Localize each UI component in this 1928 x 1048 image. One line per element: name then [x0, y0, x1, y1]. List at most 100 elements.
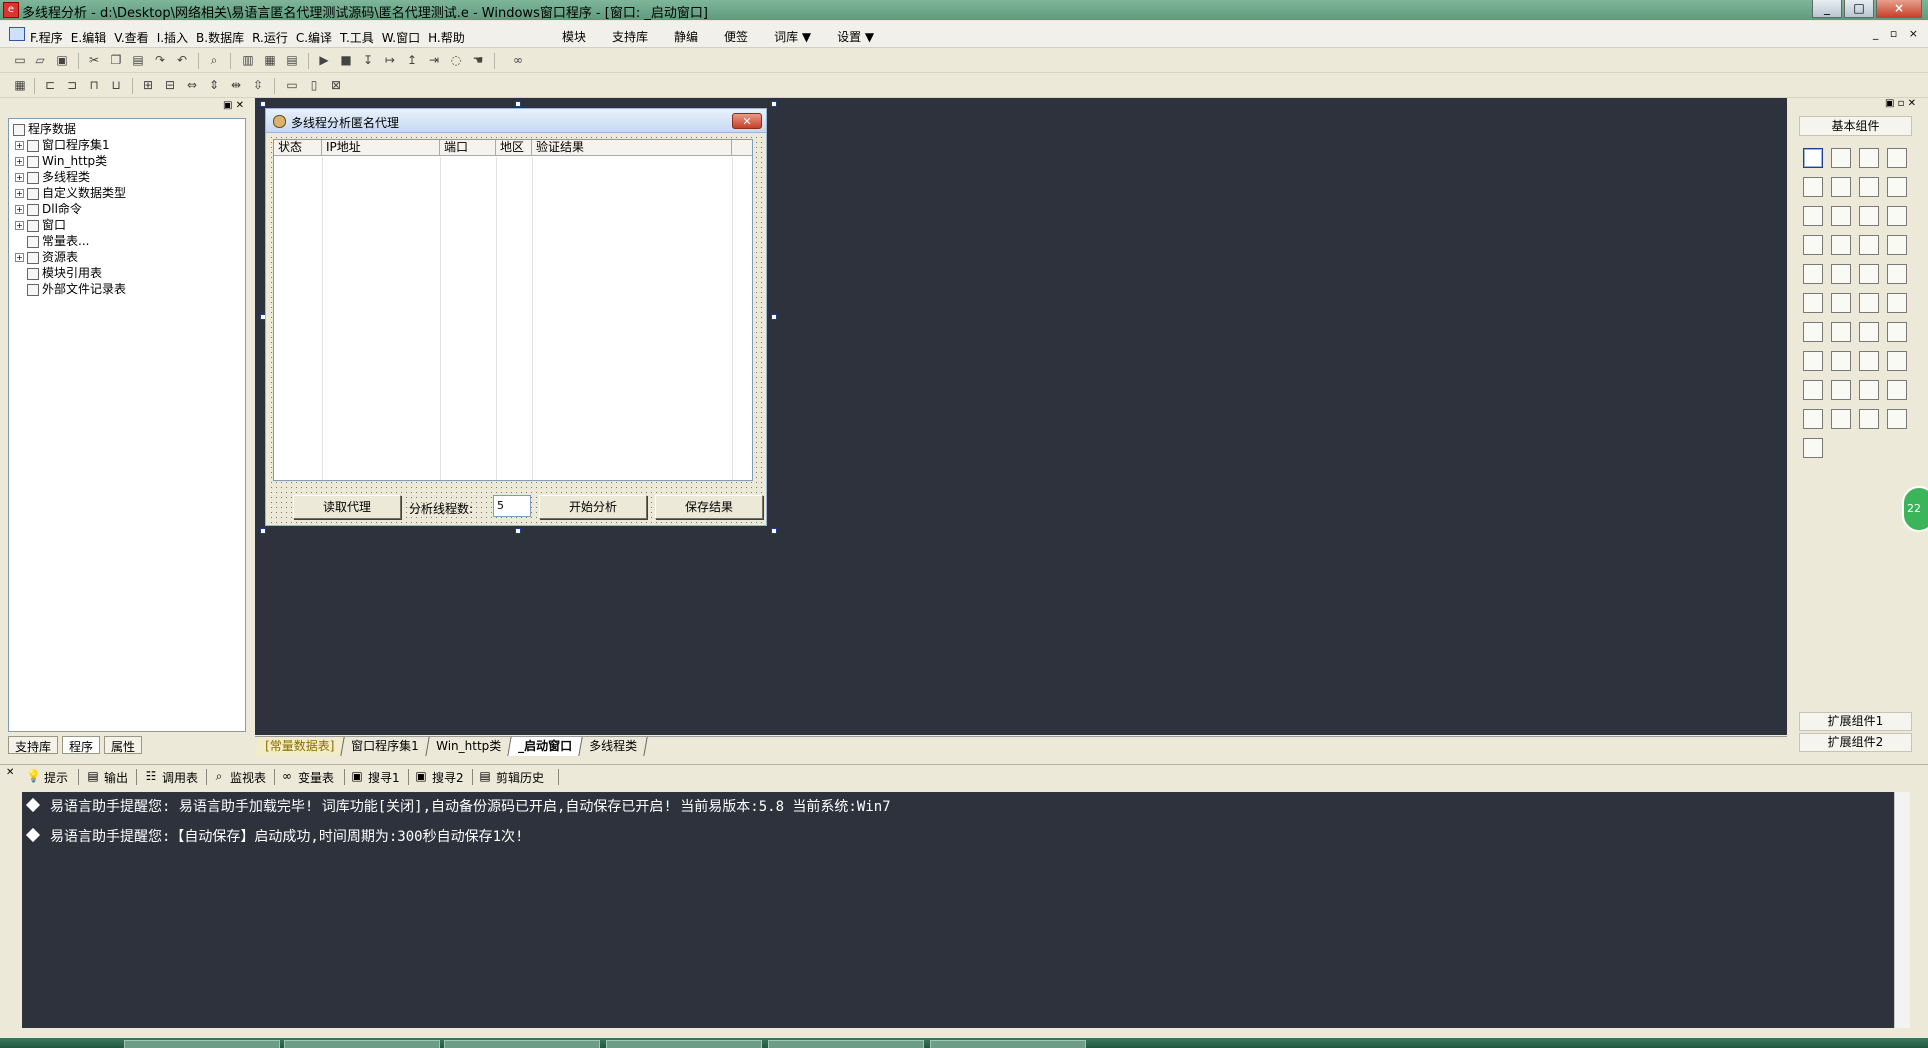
menu-run[interactable]: R.运行 [252, 29, 296, 46]
align-right-icon[interactable]: ⊐ [64, 78, 80, 93]
close-button[interactable]: × [1876, 0, 1922, 18]
grid-icon[interactable] [1887, 322, 1907, 342]
stop-icon[interactable]: ■ [338, 53, 354, 68]
taskbar-item[interactable] [768, 1040, 924, 1048]
extension-components-2[interactable]: 扩展组件2 [1799, 733, 1912, 752]
document-icon[interactable] [9, 27, 25, 41]
tab-output[interactable]: ▤ 输出 [86, 769, 128, 786]
database-icon[interactable] [1831, 409, 1851, 429]
menu-view[interactable]: V.查看 [114, 29, 156, 46]
lock-controls-icon[interactable]: ▯ [306, 78, 322, 93]
menu-notes[interactable]: 便签 [724, 28, 748, 45]
tab-program[interactable]: 程序 [62, 736, 101, 754]
picture-box-icon[interactable] [1831, 177, 1851, 197]
tree-item[interactable]: + Win_http类 [9, 153, 245, 169]
run-to-cursor-icon[interactable]: ⇥ [426, 53, 442, 68]
tab-properties[interactable]: 属性 [104, 736, 143, 754]
calendar-icon[interactable] [1803, 293, 1823, 313]
listbox-icon[interactable] [1887, 206, 1907, 226]
expand-icon[interactable]: + [15, 141, 24, 150]
pointer-icon[interactable] [1803, 148, 1823, 168]
computer-icon[interactable] [1803, 380, 1823, 400]
radio-icon[interactable] [1831, 206, 1851, 226]
toolbox-title[interactable]: 基本组件 [1799, 116, 1912, 136]
menu-support-lib[interactable]: 支持库 [612, 28, 648, 45]
size-to-grid-icon[interactable]: ▭ [284, 78, 300, 93]
tab-startup-window[interactable]: _启动窗口 [508, 737, 583, 756]
hscroll-icon[interactable] [1831, 235, 1851, 255]
expand-icon[interactable]: + [15, 221, 24, 230]
save-icon[interactable]: ▣ [54, 53, 70, 68]
tab-hint[interactable]: 💡 提示 [26, 769, 68, 786]
resize-handle[interactable] [515, 101, 521, 107]
expand-icon[interactable]: + [15, 173, 24, 182]
resize-handle[interactable] [771, 528, 777, 534]
menu-insert[interactable]: I.插入 [157, 29, 196, 46]
tree-root[interactable]: 程序数据 [9, 121, 245, 137]
step-into-icon[interactable]: ↧ [360, 53, 376, 68]
menu-compile[interactable]: C.编译 [296, 29, 340, 46]
output-scrollbar[interactable] [1894, 792, 1910, 1028]
form-title-bar[interactable]: 多线程分析匿名代理 ✕ [266, 109, 766, 133]
tree-item[interactable]: + 资源表 [9, 249, 245, 265]
copy-icon[interactable]: ❐ [108, 53, 124, 68]
cut-icon[interactable]: ✂ [86, 53, 102, 68]
button-icon[interactable] [1831, 293, 1851, 313]
tab-win-http[interactable]: Win_http类 [426, 737, 512, 756]
tab-support-lib[interactable]: 支持库 [8, 736, 59, 754]
image-box-icon[interactable] [1887, 264, 1907, 284]
tree-item[interactable]: + 窗口 [9, 217, 245, 233]
shape-icon[interactable] [1887, 148, 1907, 168]
menu-program[interactable]: F.程序 [30, 29, 71, 46]
menu-lexicon[interactable]: 词库 ▼ [774, 28, 811, 45]
column-ip[interactable]: IP地址 [322, 140, 440, 155]
designed-form[interactable]: 多线程分析匿名代理 ✕ 状态 IP地址 端口 地区 验证结果 读取代理 分析线程… [265, 108, 767, 526]
table-icon[interactable] [1803, 322, 1823, 342]
hand-icon[interactable]: ☚ [470, 53, 486, 68]
tree-item[interactable]: + Dll命令 [9, 201, 245, 217]
menu-edit[interactable]: E.编辑 [71, 29, 114, 46]
output-close-icon[interactable]: ✕ [6, 767, 14, 778]
step-out-icon[interactable]: ↥ [404, 53, 420, 68]
taskbar-item[interactable] [606, 1040, 762, 1048]
save-results-button[interactable]: 保存结果 [655, 495, 763, 519]
extension-components-1[interactable]: 扩展组件1 [1799, 712, 1912, 731]
same-height-icon[interactable]: ⇕ [206, 78, 222, 93]
resize-handle[interactable] [771, 314, 777, 320]
step-over-icon[interactable]: ↦ [382, 53, 398, 68]
document-icon[interactable] [1887, 293, 1907, 313]
center-vertical-icon[interactable]: ⊟ [162, 78, 178, 93]
same-width-icon[interactable]: ⇔ [184, 78, 200, 93]
new-file-icon[interactable]: ▭ [12, 53, 28, 68]
read-proxy-button[interactable]: 读取代理 [293, 495, 401, 519]
taskbar-item[interactable] [930, 1040, 1086, 1048]
align-bottom-icon[interactable]: ⊔ [108, 78, 124, 93]
combobox-icon[interactable] [1803, 235, 1823, 255]
thread-count-input[interactable]: 5 [493, 495, 531, 517]
list-view-icon[interactable] [1887, 380, 1907, 400]
resize-handle[interactable] [771, 101, 777, 107]
expand-icon[interactable]: + [15, 189, 24, 198]
align-left-icon[interactable]: ⊏ [42, 78, 58, 93]
undo-icon[interactable]: ↶ [174, 53, 190, 68]
mdi-window-controls[interactable]: _ ▫ × [1873, 27, 1922, 40]
tab-control-icon[interactable] [1831, 264, 1851, 284]
chart-icon[interactable] [1859, 409, 1879, 429]
tree-item[interactable]: + 多线程类 [9, 169, 245, 185]
column-status[interactable]: 状态 [274, 140, 322, 155]
clock-icon[interactable] [1803, 351, 1823, 371]
search-binoculars-icon[interactable]: ∞ [510, 53, 526, 68]
menu-module[interactable]: 模块 [562, 28, 586, 45]
taskbar-item[interactable] [284, 1040, 440, 1048]
center-horizontal-icon[interactable]: ⊞ [140, 78, 156, 93]
taskbar-item[interactable] [124, 1040, 280, 1048]
column-result[interactable]: 验证结果 [532, 140, 732, 155]
grid-icon[interactable]: ▦ [12, 78, 28, 93]
resize-handle[interactable] [260, 528, 266, 534]
progress-icon[interactable] [1887, 235, 1907, 255]
find-icon[interactable]: ⌕ [206, 53, 222, 68]
groupbox-icon[interactable] [1859, 206, 1879, 226]
tree-item[interactable]: 模块引用表 [9, 265, 245, 281]
splitter-icon[interactable] [1859, 322, 1879, 342]
globe-icon[interactable] [1831, 322, 1851, 342]
